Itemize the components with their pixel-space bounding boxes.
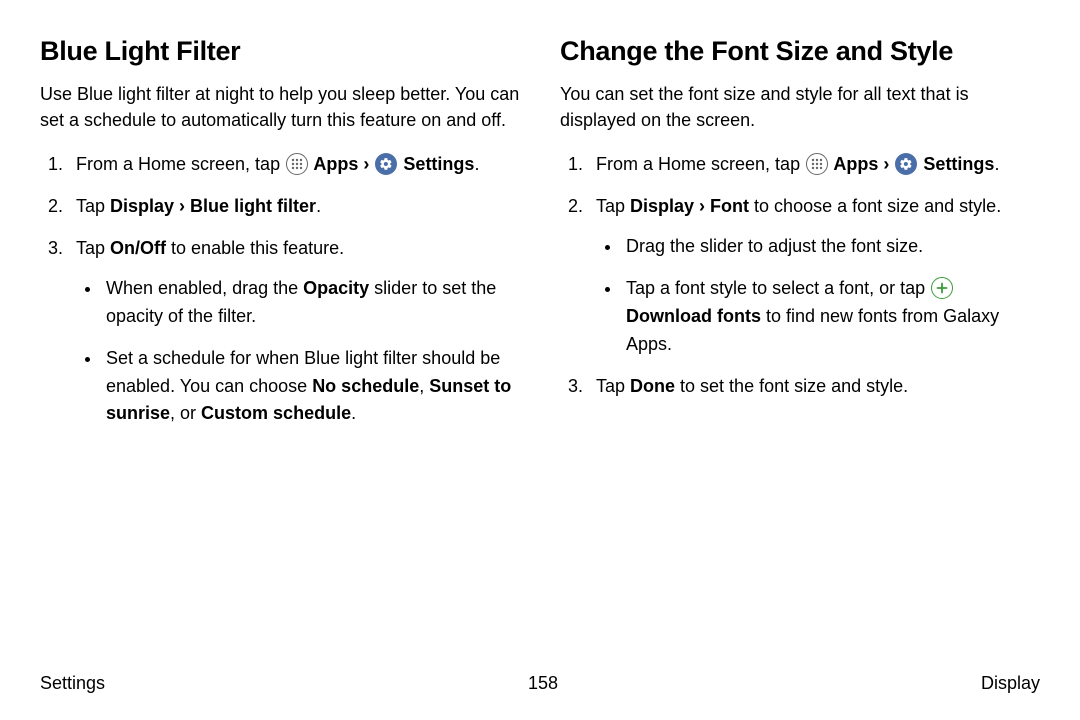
footer-page-number: 158: [528, 673, 558, 694]
intro-font: You can set the font size and style for …: [560, 81, 1040, 133]
apps-label: Apps: [309, 154, 358, 174]
apps-label: Apps: [829, 154, 878, 174]
step-3: Tap Done to set the font size and style.: [588, 373, 1040, 401]
content-columns: Blue Light Filter Use Blue light filter …: [40, 36, 1040, 442]
text: .: [994, 154, 999, 174]
text: From a Home screen, tap: [596, 154, 805, 174]
bold-text: No schedule: [312, 376, 419, 396]
steps-blue-light: From a Home screen, tap Apps › Settings.…: [40, 151, 520, 428]
bold-text: Display › Font: [630, 196, 749, 216]
substep-1: When enabled, drag the Opacity slider to…: [102, 275, 520, 331]
text: Tap: [596, 196, 630, 216]
plus-icon: [931, 277, 953, 299]
step-1: From a Home screen, tap Apps › Settings.: [68, 151, 520, 179]
steps-font: From a Home screen, tap Apps › Settings.…: [560, 151, 1040, 400]
apps-icon: [806, 153, 828, 175]
bold-text: Download fonts: [626, 306, 761, 326]
step-2: Tap Display › Font to choose a font size…: [588, 193, 1040, 358]
footer-left: Settings: [40, 673, 105, 694]
text: to set the font size and style.: [675, 376, 908, 396]
bold-text: Opacity: [303, 278, 369, 298]
intro-blue-light: Use Blue light filter at night to help y…: [40, 81, 520, 133]
text: From a Home screen, tap: [76, 154, 285, 174]
text: to enable this feature.: [166, 238, 344, 258]
apps-icon: [286, 153, 308, 175]
bold-text: Custom schedule: [201, 403, 351, 423]
text: Tap: [596, 376, 630, 396]
text: Tap: [76, 238, 110, 258]
separator: ›: [358, 154, 374, 174]
right-column: Change the Font Size and Style You can s…: [560, 36, 1040, 442]
substeps: When enabled, drag the Opacity slider to…: [76, 275, 520, 428]
substeps: Drag the slider to adjust the font size.…: [596, 233, 1040, 359]
substep-2: Tap a font style to select a font, or ta…: [622, 275, 1040, 359]
step-3: Tap On/Off to enable this feature. When …: [68, 235, 520, 428]
step-2: Tap Display › Blue light filter.: [68, 193, 520, 221]
text: to choose a font size and style.: [749, 196, 1001, 216]
step-1: From a Home screen, tap Apps › Settings.: [588, 151, 1040, 179]
page-footer: Settings 158 Display: [40, 673, 1040, 694]
settings-label: Settings: [918, 154, 994, 174]
settings-label: Settings: [398, 154, 474, 174]
left-column: Blue Light Filter Use Blue light filter …: [40, 36, 520, 442]
text: .: [316, 196, 321, 216]
footer-right: Display: [981, 673, 1040, 694]
settings-icon: [895, 153, 917, 175]
bold-text: On/Off: [110, 238, 166, 258]
heading-blue-light: Blue Light Filter: [40, 36, 520, 67]
separator: ›: [878, 154, 894, 174]
text: When enabled, drag the: [106, 278, 303, 298]
text: .: [351, 403, 356, 423]
text: Tap a font style to select a font, or ta…: [626, 278, 930, 298]
settings-icon: [375, 153, 397, 175]
text: .: [474, 154, 479, 174]
text: ,: [419, 376, 429, 396]
substep-1: Drag the slider to adjust the font size.: [622, 233, 1040, 261]
text: , or: [170, 403, 201, 423]
bold-text: Display › Blue light filter: [110, 196, 316, 216]
heading-font: Change the Font Size and Style: [560, 36, 1040, 67]
bold-text: Done: [630, 376, 675, 396]
text: Tap: [76, 196, 110, 216]
substep-2: Set a schedule for when Blue light filte…: [102, 345, 520, 429]
